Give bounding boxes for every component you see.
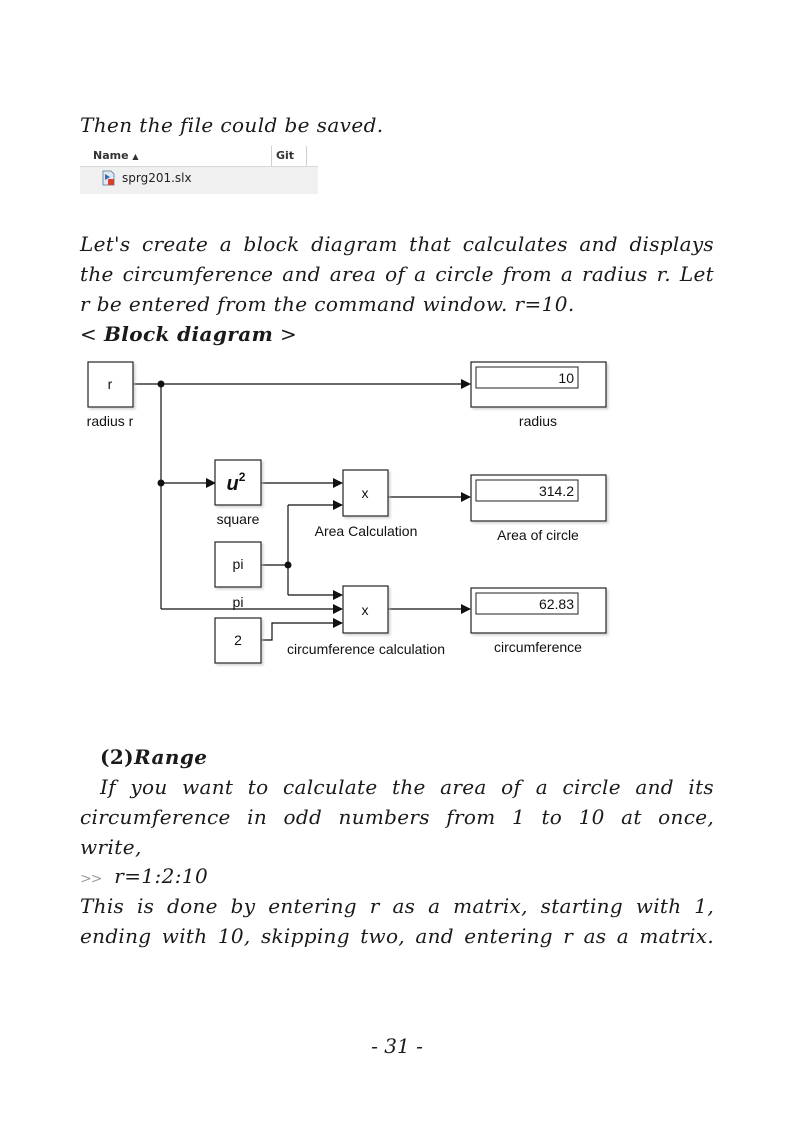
branch-point <box>157 380 165 388</box>
inport-block-text: r <box>108 376 113 392</box>
pi-block-text: pi <box>233 556 244 572</box>
branch-point <box>157 479 165 487</box>
paragraph-line: circumference in odd numbers from 1 to 1… <box>80 805 714 829</box>
wire-two-to-circ <box>261 618 343 641</box>
area-display-value: 314.2 <box>539 483 574 499</box>
inport-block-label: radius r <box>87 413 134 429</box>
square-block-label: square <box>217 511 260 527</box>
branch-point <box>284 561 292 569</box>
block-diagram: r radius r u2 square pi pi 2 x Area Calc… <box>87 361 607 664</box>
circ-product-label: circumference calculation <box>287 641 445 657</box>
section-title: Range <box>134 745 208 769</box>
command-text: r=1:2:10 <box>114 864 209 888</box>
circ-display-label: circumference <box>494 639 582 655</box>
circ-product-text: x <box>362 602 369 618</box>
command-line: >> r=1:2:10 <box>80 864 208 888</box>
pi-block-label: pi <box>233 594 244 610</box>
radius-display-value: 10 <box>558 370 574 386</box>
area-product-text: x <box>362 485 369 501</box>
section-number: (2) <box>100 745 135 769</box>
two-block-text: 2 <box>234 632 242 648</box>
prompt-icon: >> <box>80 871 102 887</box>
area-product-label: Area Calculation <box>315 523 418 539</box>
circ-display-value: 62.83 <box>539 596 574 612</box>
paragraph-line: This is done by entering r as a matrix, … <box>80 894 714 918</box>
section-heading: (2)Range <box>100 745 207 769</box>
wire-pi-branch <box>261 505 289 595</box>
paragraph-line: write, <box>80 835 142 859</box>
paragraph-line: ending with 10, skipping two, and enteri… <box>80 924 714 948</box>
paragraph-line: If you want to calculate the area of a c… <box>100 775 714 799</box>
area-display-label: Area of circle <box>497 527 579 543</box>
radius-display-label: radius <box>519 413 557 429</box>
page-number: - 31 - <box>371 1034 423 1058</box>
